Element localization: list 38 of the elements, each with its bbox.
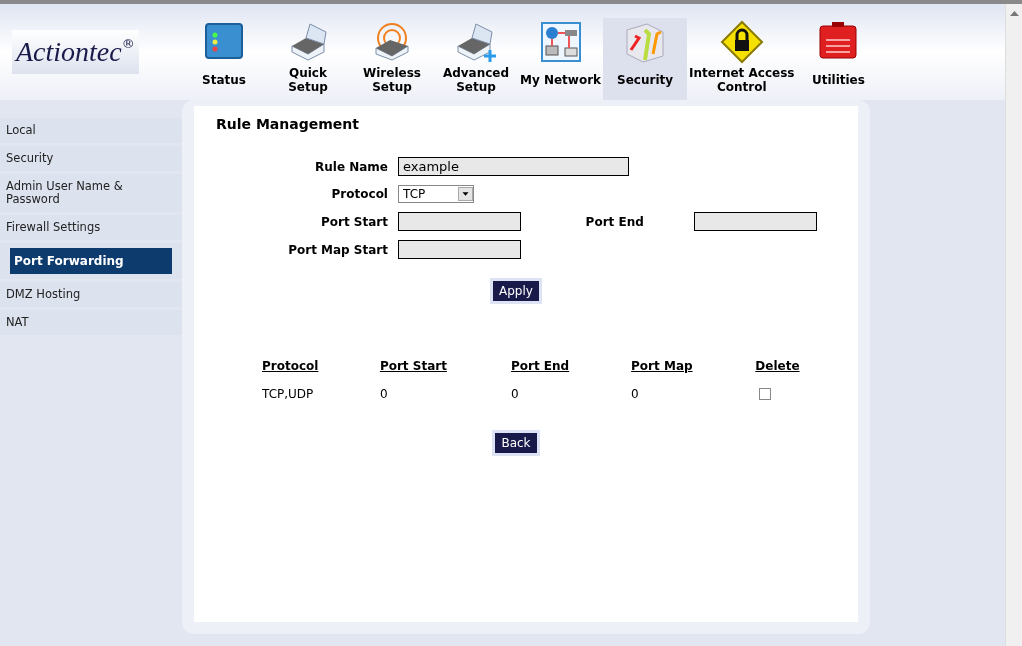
apply-button[interactable]: Apply (493, 281, 539, 301)
logo: Actiontec® (12, 30, 139, 74)
table-cell-text: 0 (631, 386, 640, 403)
field-label: Port End (584, 213, 645, 231)
field-label: Rule Name (314, 158, 388, 176)
table-cell: 0 (511, 385, 632, 403)
column-header: Port Map (631, 357, 756, 385)
table-cell: 0 (379, 385, 511, 403)
field-label: Port Start (320, 213, 388, 231)
port-start-field[interactable] (398, 212, 521, 231)
rule-name-field[interactable]: example (398, 157, 629, 176)
network-diagram-icon (538, 20, 583, 64)
column-header: Port Start (379, 357, 511, 385)
nav-tab[interactable]: Quick Setup (266, 18, 350, 100)
nav-tab[interactable]: My Network (518, 18, 604, 100)
nav-tab[interactable]: Utilities (796, 18, 881, 100)
nav-tab[interactable]: Security (603, 18, 688, 100)
sidebar-item[interactable]: Port Forwarding (10, 248, 172, 274)
scrollbar[interactable] (1005, 4, 1022, 646)
nav-tab[interactable]: Internet Access Control (687, 18, 797, 100)
field-label: Protocol (330, 186, 388, 203)
column-header: Delete (755, 358, 801, 375)
port-end-field[interactable] (694, 212, 818, 231)
nav-tab[interactable]: Wireless Setup (350, 18, 434, 100)
delete-checkbox[interactable] (759, 388, 772, 400)
nav-tab[interactable]: Advanced Setup (434, 18, 518, 100)
scroll-up-arrow-icon[interactable] (1009, 10, 1019, 16)
table-cell: TCP,UDP (262, 385, 380, 403)
port-map-start-field[interactable] (398, 240, 521, 259)
protocol-dropdown[interactable]: TCP (398, 185, 474, 203)
back-button[interactable]: Back (495, 433, 537, 453)
padlock-sign-icon (719, 20, 764, 64)
section-title: Rule Management (216, 115, 360, 134)
router-plus-icon (454, 20, 498, 64)
nav-tab[interactable]: Status (182, 18, 266, 100)
column-header: Protocol (262, 357, 380, 385)
column-header: Port End (511, 357, 632, 385)
field-label: Port Map Start (287, 241, 388, 259)
